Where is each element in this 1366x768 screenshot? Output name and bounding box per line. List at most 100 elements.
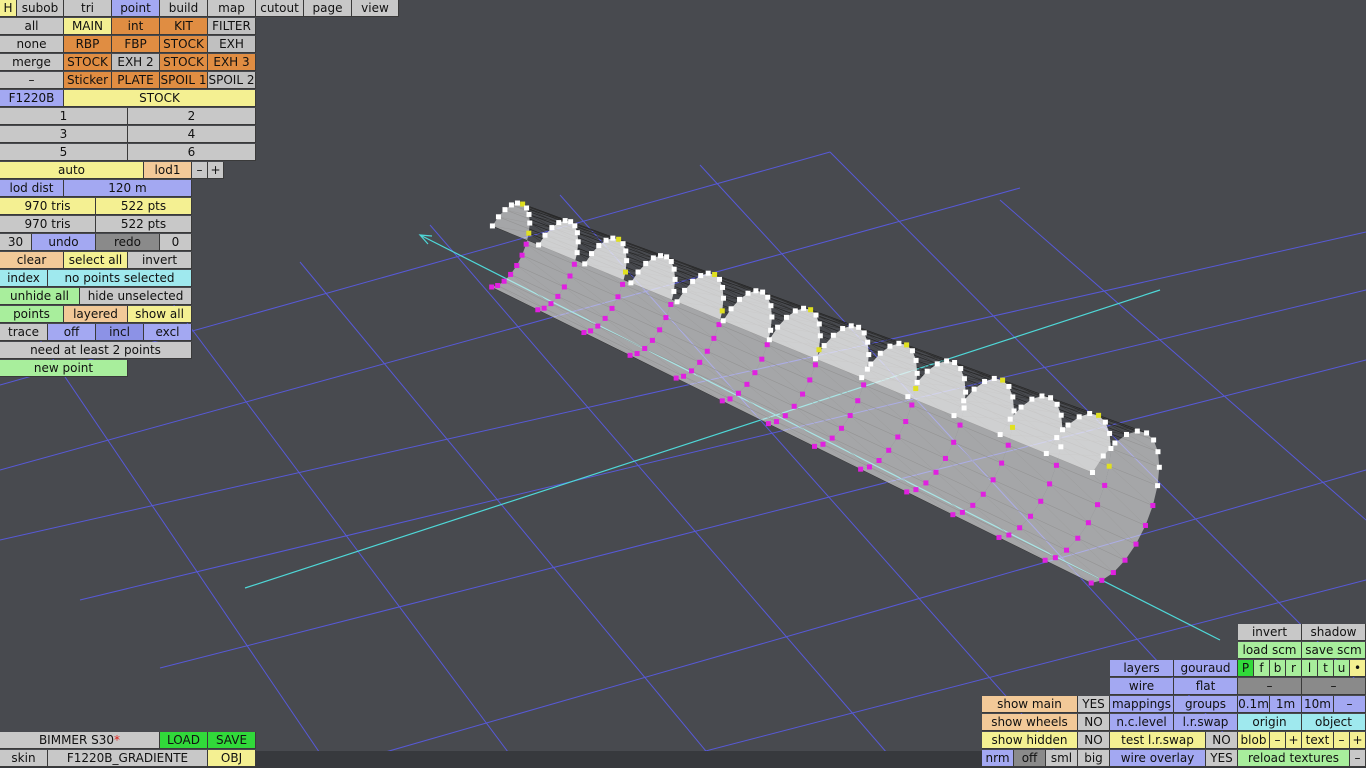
part-exh-2[interactable]: EXH 2 bbox=[112, 54, 160, 71]
normals-sml-button[interactable]: sml bbox=[1046, 750, 1078, 767]
skin-name[interactable]: F1220B_GRADIENTE bbox=[48, 750, 208, 767]
show-main-value[interactable]: YES bbox=[1078, 696, 1110, 713]
save-button[interactable]: SAVE bbox=[208, 732, 256, 749]
part-all[interactable]: all bbox=[0, 18, 64, 35]
load-button[interactable]: LOAD bbox=[160, 732, 208, 749]
menu-subob[interactable]: subob bbox=[17, 0, 64, 17]
lod-auto[interactable]: auto bbox=[0, 162, 144, 179]
part-int[interactable]: int bbox=[112, 18, 160, 35]
groups-button[interactable]: groups bbox=[1174, 696, 1238, 713]
part-sticker[interactable]: Sticker bbox=[64, 72, 112, 89]
blob-plus-button[interactable]: + bbox=[1286, 732, 1302, 749]
menu-h[interactable]: H bbox=[0, 0, 17, 17]
lod-current[interactable]: lod1 bbox=[144, 162, 192, 179]
normals-big-button[interactable]: big bbox=[1078, 750, 1110, 767]
new-point-button[interactable]: new point bbox=[0, 360, 128, 377]
part-exh-3[interactable]: EXH 3 bbox=[208, 54, 256, 71]
step-10m-button[interactable]: 10m bbox=[1302, 696, 1334, 713]
part-spoil-2[interactable]: SPOIL 2 bbox=[208, 72, 256, 89]
lod-minus-button[interactable]: – bbox=[192, 162, 208, 179]
test-lr-swap-value[interactable]: NO bbox=[1206, 732, 1238, 749]
show-all-button[interactable]: show all bbox=[128, 306, 192, 323]
normals-off-button[interactable]: off bbox=[1014, 750, 1046, 767]
show-hidden-value[interactable]: NO bbox=[1078, 732, 1110, 749]
part-spoil-1[interactable]: SPOIL 1 bbox=[160, 72, 208, 89]
unhide-all-button[interactable]: unhide all bbox=[0, 288, 80, 305]
text-minus-button[interactable]: – bbox=[1334, 732, 1350, 749]
trace-incl-button[interactable]: incl bbox=[96, 324, 144, 341]
layered-button[interactable]: layered bbox=[64, 306, 128, 323]
lr-swap-button[interactable]: l.r.swap bbox=[1174, 714, 1238, 731]
trace-off-button[interactable]: off bbox=[48, 324, 96, 341]
gouraud-button[interactable]: gouraud bbox=[1174, 660, 1238, 677]
object-button[interactable]: object bbox=[1302, 714, 1366, 731]
view-f-button[interactable]: f bbox=[1254, 660, 1270, 677]
invert-selection-button[interactable]: invert bbox=[128, 252, 192, 269]
flat-button[interactable]: flat bbox=[1174, 678, 1238, 695]
clear-button[interactable]: clear bbox=[0, 252, 64, 269]
view-l-button[interactable]: l bbox=[1302, 660, 1318, 677]
reload-textures-button[interactable]: reload textures bbox=[1238, 750, 1350, 767]
lod-dist-value[interactable]: 120 m bbox=[64, 180, 192, 197]
part-main[interactable]: MAIN bbox=[64, 18, 112, 35]
dash-button-1[interactable]: – bbox=[1238, 678, 1302, 695]
view-u-button[interactable]: u bbox=[1334, 660, 1350, 677]
mappings-button[interactable]: mappings bbox=[1110, 696, 1174, 713]
step-1m-button[interactable]: 1m bbox=[1270, 696, 1302, 713]
menu-cutout[interactable]: cutout bbox=[256, 0, 304, 17]
wire-button[interactable]: wire bbox=[1110, 678, 1174, 695]
load-scm-button[interactable]: load scm bbox=[1238, 642, 1302, 659]
menu-map[interactable]: map bbox=[208, 0, 256, 17]
view-dot-button[interactable]: • bbox=[1350, 660, 1366, 677]
part-plate[interactable]: PLATE bbox=[112, 72, 160, 89]
points-button[interactable]: points bbox=[0, 306, 64, 323]
origin-button[interactable]: origin bbox=[1238, 714, 1302, 731]
index-button[interactable]: index bbox=[0, 270, 48, 287]
hide-unselected-button[interactable]: hide unselected bbox=[80, 288, 192, 305]
show-wheels-label[interactable]: show wheels bbox=[982, 714, 1078, 731]
nc-level-button[interactable]: n.c.level bbox=[1110, 714, 1174, 731]
layers-button[interactable]: layers bbox=[1110, 660, 1174, 677]
invert-view-button[interactable]: invert bbox=[1238, 624, 1302, 641]
menu-build[interactable]: build bbox=[160, 0, 208, 17]
view-p-button[interactable]: P bbox=[1238, 660, 1254, 677]
blob-minus-button[interactable]: – bbox=[1270, 732, 1286, 749]
wire-overlay-label[interactable]: wire overlay bbox=[1110, 750, 1206, 767]
undo-button[interactable]: undo bbox=[32, 234, 96, 251]
part-fbp[interactable]: FBP bbox=[112, 36, 160, 53]
slot-6[interactable]: 6 bbox=[128, 144, 256, 161]
dash-button-2[interactable]: – bbox=[1302, 678, 1366, 695]
view-b-button[interactable]: b bbox=[1270, 660, 1286, 677]
test-lr-swap-label[interactable]: test l.r.swap bbox=[1110, 732, 1206, 749]
show-main-label[interactable]: show main bbox=[982, 696, 1078, 713]
part-stock-3[interactable]: STOCK bbox=[160, 54, 208, 71]
slot-4[interactable]: 4 bbox=[128, 126, 256, 143]
text-plus-button[interactable]: + bbox=[1350, 732, 1366, 749]
shadow-button[interactable]: shadow bbox=[1302, 624, 1366, 641]
select-all-button[interactable]: select all bbox=[64, 252, 128, 269]
obj-button[interactable]: OBJ bbox=[208, 750, 256, 767]
model-variant[interactable]: STOCK bbox=[64, 90, 256, 107]
slot-1[interactable]: 1 bbox=[0, 108, 128, 125]
part-exh[interactable]: EXH bbox=[208, 36, 256, 53]
lod-plus-button[interactable]: + bbox=[208, 162, 224, 179]
reload-dash-button[interactable]: – bbox=[1350, 750, 1366, 767]
menu-point[interactable]: point bbox=[112, 0, 160, 17]
model-id[interactable]: F1220B bbox=[0, 90, 64, 107]
menu-view[interactable]: view bbox=[352, 0, 399, 17]
save-scm-button[interactable]: save scm bbox=[1302, 642, 1366, 659]
normals-nrm-button[interactable]: nrm bbox=[982, 750, 1014, 767]
part-none[interactable]: none bbox=[0, 36, 64, 53]
step-dash-button[interactable]: – bbox=[1334, 696, 1366, 713]
redo-button[interactable]: redo bbox=[96, 234, 160, 251]
part-dash[interactable]: – bbox=[0, 72, 64, 89]
wire-overlay-value[interactable]: YES bbox=[1206, 750, 1238, 767]
view-r-button[interactable]: r bbox=[1286, 660, 1302, 677]
menu-tri[interactable]: tri bbox=[64, 0, 112, 17]
part-stock-2[interactable]: STOCK bbox=[64, 54, 112, 71]
menu-page[interactable]: page bbox=[304, 0, 352, 17]
slot-2[interactable]: 2 bbox=[128, 108, 256, 125]
step-01m-button[interactable]: 0.1m bbox=[1238, 696, 1270, 713]
slot-3[interactable]: 3 bbox=[0, 126, 128, 143]
part-merge[interactable]: merge bbox=[0, 54, 64, 71]
